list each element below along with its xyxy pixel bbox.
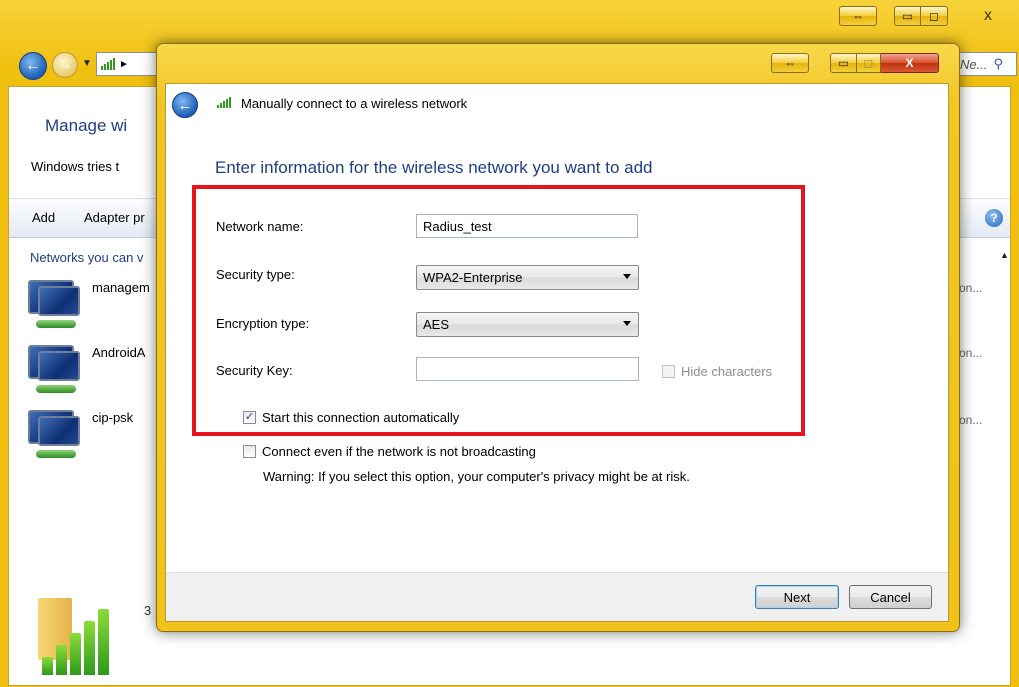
- cancel-button[interactable]: Cancel: [849, 585, 932, 609]
- network-status: on...: [959, 413, 983, 427]
- list-item[interactable]: AndroidA: [92, 345, 145, 360]
- security-type-value: WPA2-Enterprise: [423, 270, 523, 285]
- search-icon[interactable]: ⚲: [993, 56, 1003, 72]
- breadcrumb-arrow-icon[interactable]: ►: [119, 59, 129, 70]
- network-name-label: Network name:: [216, 219, 304, 234]
- help-icon[interactable]: ?: [985, 209, 1003, 227]
- security-key-label: Security Key:: [216, 363, 293, 378]
- add-button[interactable]: Add: [32, 210, 55, 225]
- minimize-button[interactable]: ▭: [894, 6, 921, 26]
- wireless-signal-icon: [42, 605, 112, 675]
- resize-icon[interactable]: ⇔: [839, 6, 877, 26]
- privacy-warning-text: Warning: If you select this option, your…: [263, 469, 690, 484]
- resize-icon[interactable]: ⇔: [771, 53, 809, 73]
- page-title: Manage wi: [45, 116, 128, 135]
- close-button[interactable]: X: [881, 53, 939, 73]
- networks-section-label: Networks you can v: [30, 250, 144, 265]
- network-name-field[interactable]: Radius_test: [416, 214, 638, 238]
- hide-characters-label: Hide characters: [681, 364, 773, 379]
- close-button[interactable]: X: [966, 6, 1010, 26]
- network-status: on...: [959, 281, 983, 295]
- network-monitor-icon: [28, 410, 86, 460]
- network-monitor-icon: [28, 280, 86, 330]
- items-count: 3: [144, 603, 152, 618]
- list-item[interactable]: cip-psk: [92, 410, 133, 425]
- search-placeholder: Ne...: [960, 56, 988, 72]
- forward-arrow-icon[interactable]: →: [52, 52, 78, 78]
- search-input[interactable]: Ne... ⚲: [955, 52, 1017, 76]
- encryption-type-select[interactable]: AES: [416, 312, 639, 337]
- hide-characters-checkbox: [662, 365, 675, 378]
- maximize-button: ◻: [857, 53, 881, 73]
- minimize-button[interactable]: ▭: [830, 53, 857, 73]
- page-description: Windows tries t: [31, 159, 120, 174]
- dropdown-arrow-icon: [623, 274, 631, 279]
- network-monitor-icon: [28, 345, 86, 395]
- start-automatically-label[interactable]: Start this connection automatically: [262, 410, 459, 425]
- history-dropdown-icon[interactable]: ▼: [82, 58, 92, 69]
- network-signal-icon: [217, 96, 231, 108]
- connect-hidden-label[interactable]: Connect even if the network is not broad…: [262, 444, 536, 459]
- next-button[interactable]: Next: [755, 585, 839, 609]
- security-type-label: Security type:: [216, 267, 295, 282]
- network-signal-icon: [101, 58, 115, 70]
- list-item[interactable]: managem: [92, 280, 150, 295]
- security-type-select[interactable]: WPA2-Enterprise: [416, 265, 639, 290]
- dialog-heading: Enter information for the wireless netwo…: [215, 158, 653, 177]
- dropdown-arrow-icon: [623, 321, 631, 326]
- start-automatically-checkbox[interactable]: ✓: [243, 411, 256, 424]
- address-bar[interactable]: ►: [96, 52, 158, 76]
- scroll-up-icon[interactable]: ▲: [1000, 250, 1009, 260]
- back-arrow-icon[interactable]: ←: [19, 52, 47, 80]
- security-key-field[interactable]: [416, 357, 639, 381]
- connect-hidden-checkbox[interactable]: [243, 445, 256, 458]
- network-status: on...: [959, 346, 983, 360]
- adapter-properties-button[interactable]: Adapter pr: [84, 210, 145, 225]
- encryption-type-value: AES: [423, 317, 450, 332]
- dialog-title: Manually connect to a wireless network: [241, 96, 468, 111]
- encryption-type-label: Encryption type:: [216, 316, 310, 331]
- maximize-button[interactable]: ◻: [921, 6, 948, 26]
- back-arrow-icon[interactable]: ←: [172, 92, 198, 118]
